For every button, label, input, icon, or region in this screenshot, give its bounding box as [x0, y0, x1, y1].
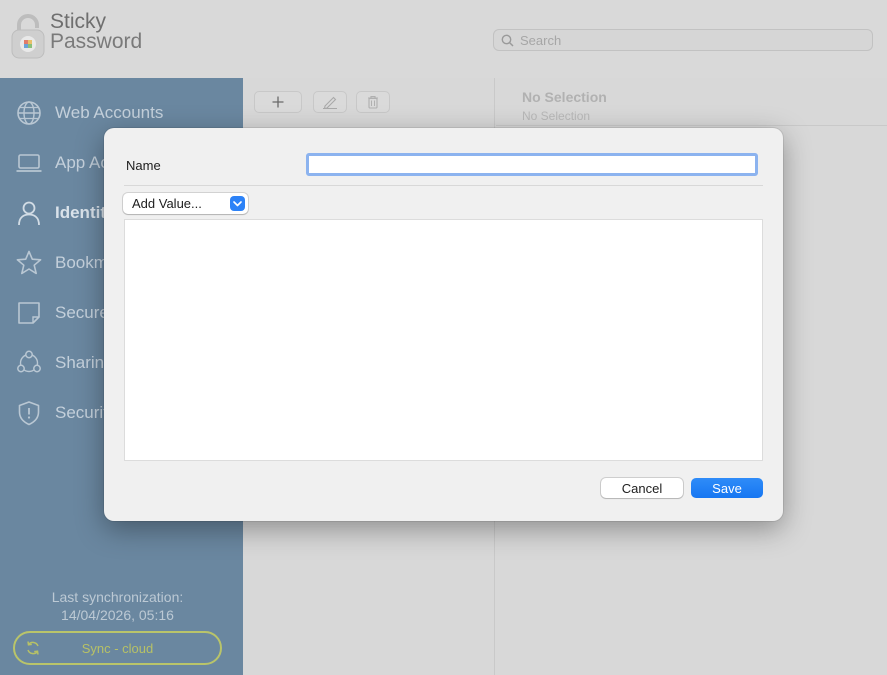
new-identity-dialog: Name Add Value... Cancel Save: [104, 128, 783, 521]
sync-timestamp: 14/04/2026, 05:16: [61, 607, 174, 623]
edit-button[interactable]: [313, 91, 347, 113]
laptop-icon: [16, 154, 42, 172]
save-button[interactable]: Save: [691, 478, 763, 498]
values-list[interactable]: [124, 219, 763, 461]
sync-status: Last synchronization: 14/04/2026, 05:16: [0, 588, 235, 624]
pencil-icon: [323, 96, 337, 109]
sync-status-label: Last synchronization:: [51, 589, 184, 605]
detail-title: No Selection: [522, 89, 607, 105]
padlock-logo-icon: [11, 14, 45, 59]
add-button[interactable]: [254, 91, 302, 113]
trash-icon: [368, 95, 378, 109]
add-value-label: Add Value...: [132, 196, 202, 211]
delete-button[interactable]: [356, 91, 390, 113]
app-name-line2: Password: [50, 30, 143, 53]
person-icon: [18, 201, 40, 226]
sync-button-label: Sync - cloud: [81, 640, 154, 656]
search-icon: [501, 34, 514, 47]
sidebar-item-label: Secure: [55, 303, 109, 322]
dialog-divider: [124, 185, 763, 186]
search-input[interactable]: Search: [493, 29, 873, 51]
cancel-button[interactable]: Cancel: [601, 478, 683, 498]
sync-cloud-button[interactable]: Sync - cloud: [13, 631, 222, 665]
sidebar-item-label: Identit: [55, 203, 106, 222]
star-icon: [16, 250, 42, 275]
search-placeholder: Search: [520, 32, 562, 48]
sidebar-item-label: Web Accounts: [55, 103, 164, 122]
detail-subtitle: No Selection: [522, 109, 591, 123]
plus-icon: [272, 96, 284, 108]
app-header: Sticky Password Search: [0, 0, 887, 78]
app-name: Sticky Password: [50, 10, 143, 53]
detail-header: No Selection No Selection: [496, 78, 887, 126]
add-value-dropdown[interactable]: Add Value...: [123, 193, 248, 214]
app-logo: Sticky Password: [10, 10, 143, 60]
sidebar-item-label: Securit: [55, 403, 108, 422]
sync-icon: [27, 641, 39, 655]
sharing-icon: [17, 350, 41, 373]
name-input[interactable]: [306, 153, 758, 176]
shield-icon: [18, 401, 40, 426]
name-label: Name: [126, 158, 161, 173]
note-icon: [18, 302, 40, 324]
sidebar-item-label: Bookm: [55, 253, 108, 272]
chevron-down-icon: [230, 196, 245, 211]
globe-icon: [17, 101, 41, 125]
app-name-line1: Sticky: [50, 10, 107, 33]
sidebar-item-label: App Ac: [55, 153, 109, 172]
